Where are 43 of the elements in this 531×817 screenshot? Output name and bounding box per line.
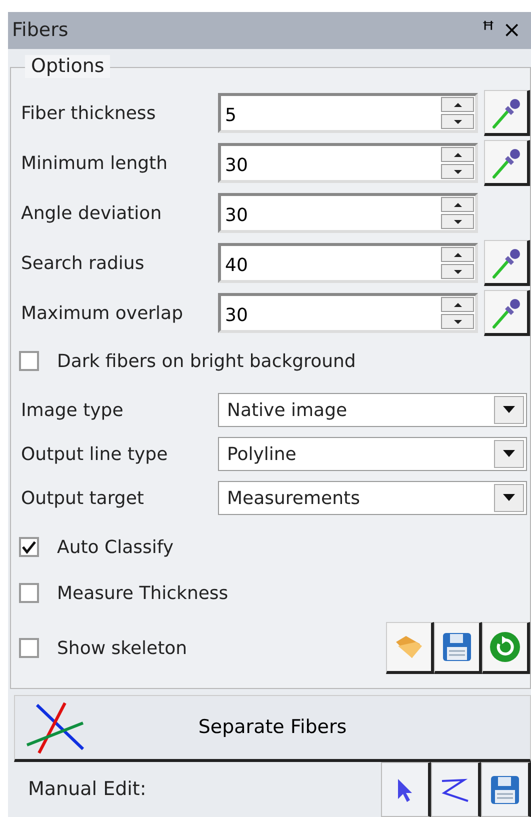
checkbox[interactable] xyxy=(19,537,39,558)
separate-fibers-button[interactable]: Separate Fibers xyxy=(14,695,531,762)
field-label: Output target xyxy=(21,486,145,511)
save-button[interactable] xyxy=(434,622,482,674)
cursor-icon xyxy=(396,776,414,802)
dropdown[interactable]: Native image xyxy=(218,393,527,428)
pointer-button[interactable] xyxy=(381,762,431,817)
field-label: Angle deviation xyxy=(21,202,163,226)
field-label: Maximum overlap xyxy=(21,302,184,326)
eyedropper-button[interactable] xyxy=(484,90,530,136)
checkbox-label: Measure Thickness xyxy=(57,582,228,606)
pin-button[interactable]: ꟸ xyxy=(478,20,499,42)
folder-icon xyxy=(394,634,424,660)
close-button[interactable]: × xyxy=(498,20,525,42)
field-label: Image type xyxy=(21,398,124,423)
eyedropper-button[interactable] xyxy=(484,290,530,336)
polyline-icon xyxy=(440,776,470,802)
eyedropper-button[interactable] xyxy=(484,240,530,286)
checkbox[interactable] xyxy=(19,638,39,658)
field-label: Minimum length xyxy=(21,152,169,176)
panel-title: Fibers xyxy=(12,18,70,44)
group-legend: Options xyxy=(25,55,110,78)
eyedropper-button[interactable] xyxy=(484,140,530,186)
checkbox-label: Show skeleton xyxy=(57,636,188,661)
checkbox[interactable] xyxy=(19,583,39,604)
manual-edit-label: Manual Edit: xyxy=(28,777,148,802)
checkbox-label: Dark fibers on bright background xyxy=(57,350,356,374)
checkbox[interactable] xyxy=(19,351,39,372)
dropdown[interactable]: Polyline xyxy=(218,437,527,472)
polyline-button[interactable] xyxy=(431,762,481,817)
dropdown[interactable]: Measurements xyxy=(218,481,527,516)
crossed-lines-icon xyxy=(25,700,85,755)
save-button[interactable] xyxy=(481,762,531,817)
caret-icon xyxy=(503,494,515,502)
caret-icon xyxy=(503,406,515,414)
caret-icon xyxy=(503,450,515,458)
checkbox-label: Auto Classify xyxy=(57,536,174,560)
field-label: Search radius xyxy=(21,252,146,276)
refresh-icon xyxy=(489,631,521,664)
field-label: Fiber thickness xyxy=(21,102,157,126)
open-button[interactable] xyxy=(386,622,434,674)
field-label: Output line type xyxy=(21,442,169,467)
reset-button[interactable] xyxy=(482,622,530,674)
